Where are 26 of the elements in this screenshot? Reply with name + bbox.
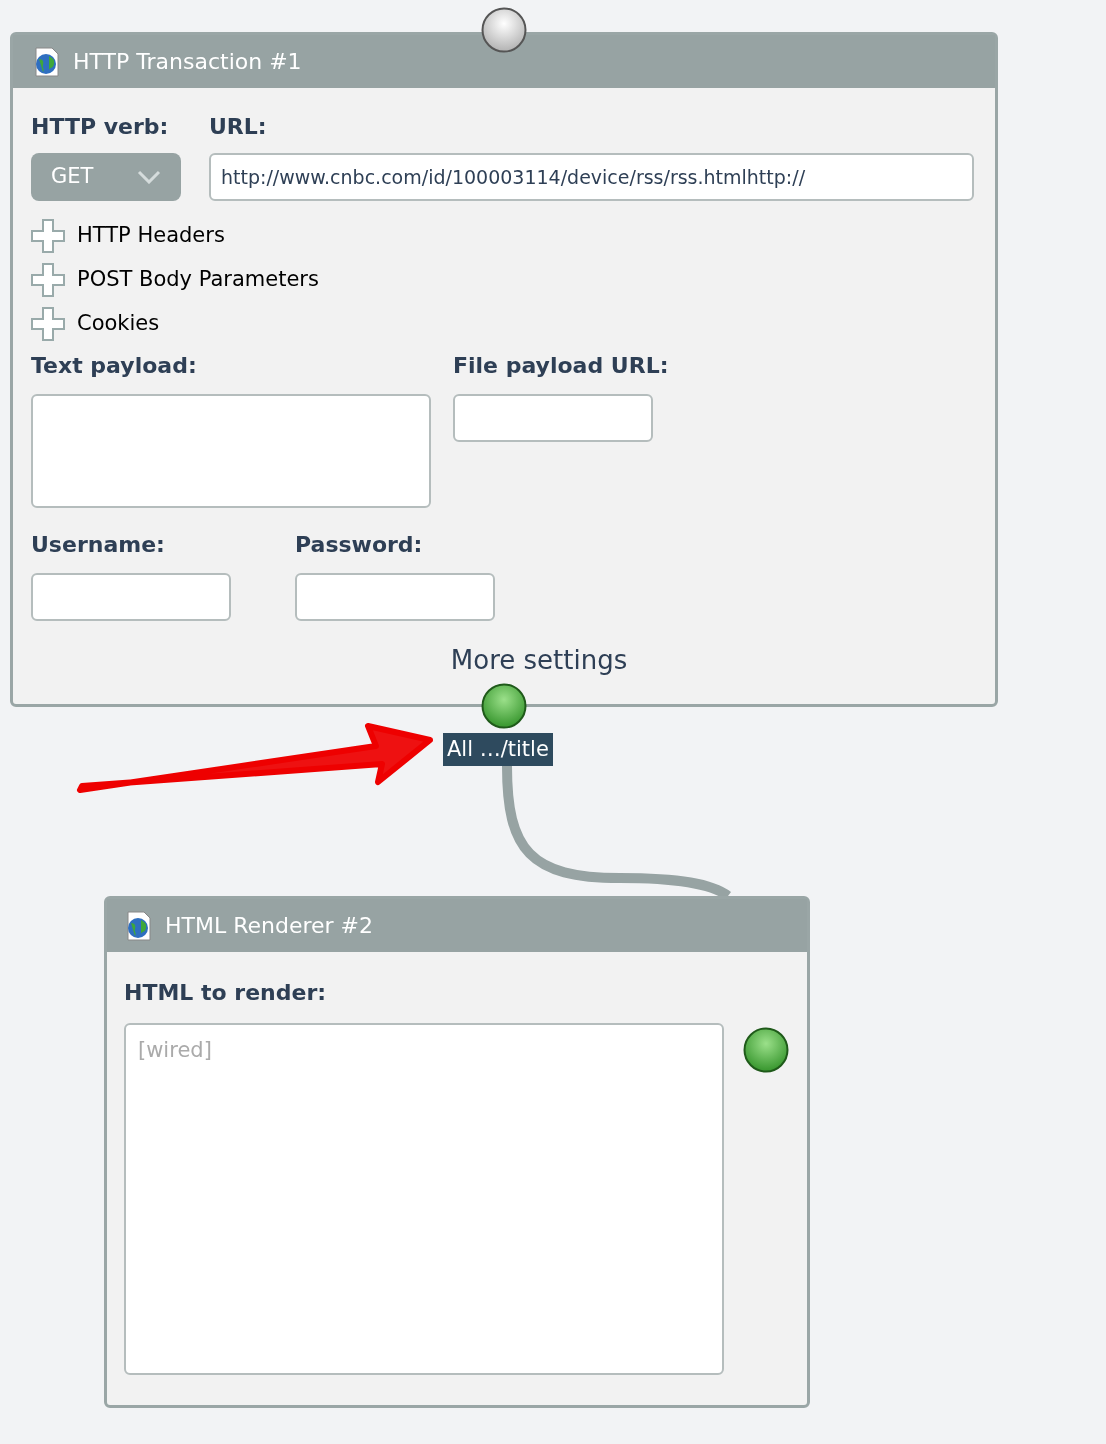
field-label: HTML to render: xyxy=(124,979,328,1007)
terminal-knob[interactable] xyxy=(481,7,527,53)
caret-icon xyxy=(137,170,161,184)
node-title: HTML Renderer #2 xyxy=(165,912,374,940)
wire-label: All …/title xyxy=(443,733,553,766)
globe-document-icon xyxy=(33,46,61,77)
field-label: HTTP verb: xyxy=(31,113,170,141)
field-label: Username: xyxy=(31,531,166,559)
terminal-knob[interactable] xyxy=(481,683,527,729)
password-field[interactable] xyxy=(295,573,495,621)
expander-link[interactable]: Cookies xyxy=(77,308,160,340)
html-input-field[interactable]: [wired] xyxy=(124,1023,724,1375)
expander-link[interactable]: POST Body Parameters xyxy=(77,264,319,296)
file-payload-field[interactable] xyxy=(453,394,653,442)
url-field[interactable]: http://www.cnbc.com/id/100003114/device/rss/rss.htmlhttp:// xyxy=(209,153,974,201)
globe-document-icon xyxy=(125,910,153,941)
field-label: File payload URL: xyxy=(453,352,669,380)
text-payload-field[interactable] xyxy=(31,394,431,508)
username-field[interactable] xyxy=(31,573,231,621)
field-label: Password: xyxy=(295,531,424,559)
more-settings-link[interactable]: More settings xyxy=(450,641,628,680)
node-title: HTTP Transaction #1 xyxy=(73,48,302,76)
field-label: Text payload: xyxy=(31,352,198,380)
expander-link[interactable]: HTTP Headers xyxy=(77,220,225,252)
terminal-knob[interactable] xyxy=(743,1027,789,1073)
field-label: URL: xyxy=(209,113,268,141)
